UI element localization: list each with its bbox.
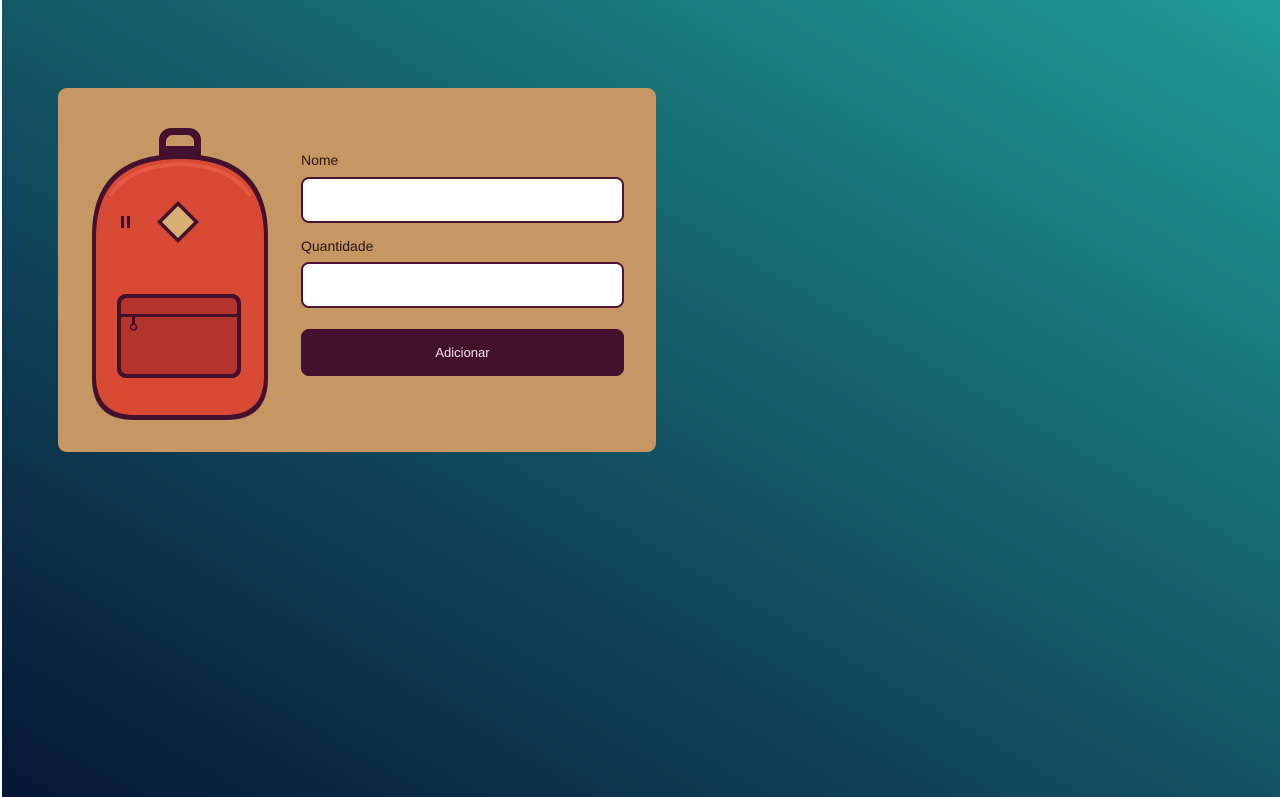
name-input[interactable] xyxy=(301,177,624,223)
backpack-icon xyxy=(92,128,268,420)
quantity-input[interactable] xyxy=(301,262,624,308)
quantity-label: Quantidade xyxy=(301,238,374,254)
name-label: Nome xyxy=(301,152,339,168)
add-button[interactable]: Adicionar xyxy=(301,329,624,376)
